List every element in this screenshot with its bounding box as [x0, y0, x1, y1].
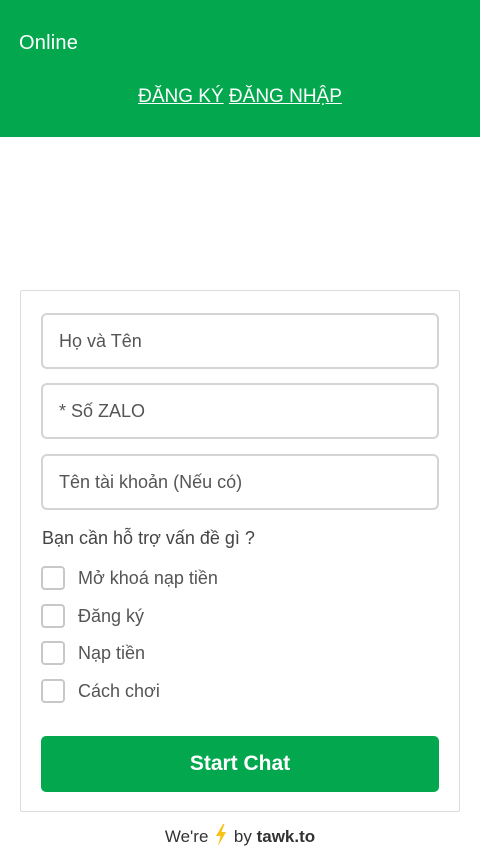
checkbox[interactable] — [41, 604, 65, 628]
name-input[interactable] — [41, 313, 439, 369]
option-register[interactable]: Đăng ký — [41, 604, 144, 628]
support-question: Bạn cần hỗ trợ vấn đề gì ? — [42, 528, 255, 548]
option-label: Mở khoá nạp tiền — [78, 567, 218, 588]
checkbox[interactable] — [41, 566, 65, 590]
powered-by-footer: We're by tawk.to — [0, 824, 480, 851]
prechat-form: Bạn cần hỗ trợ vấn đề gì ? Mở khoá nạp t… — [20, 290, 460, 812]
footer-prefix: We're — [164, 827, 209, 846]
option-label: Đăng ký — [78, 605, 145, 626]
option-label: Cách chơi — [78, 680, 160, 701]
tawkto-link[interactable]: tawk.to — [257, 827, 316, 846]
login-link[interactable]: ĐĂNG NHẬP — [229, 86, 342, 107]
register-link[interactable]: ĐĂNG KÝ — [138, 86, 224, 107]
account-name-input[interactable] — [41, 454, 439, 510]
option-unlock-deposit[interactable]: Mở khoá nạp tiền — [41, 566, 218, 590]
chat-header: Online ĐĂNG KÝ ĐĂNG NHẬP — [0, 0, 480, 137]
option-label: Nạp tiền — [78, 642, 146, 663]
option-how-to-play[interactable]: Cách chơi — [41, 679, 160, 703]
lightning-bolt-icon — [215, 824, 227, 851]
start-chat-button[interactable]: Start Chat — [41, 736, 439, 792]
auth-links: ĐĂNG KÝ ĐĂNG NHẬP — [0, 86, 480, 108]
zalo-number-input[interactable] — [41, 383, 439, 439]
checkbox[interactable] — [41, 641, 65, 665]
checkbox[interactable] — [41, 679, 65, 703]
option-deposit[interactable]: Nạp tiền — [41, 641, 145, 665]
footer-by: by — [233, 827, 252, 846]
status-label: Online — [19, 32, 79, 54]
